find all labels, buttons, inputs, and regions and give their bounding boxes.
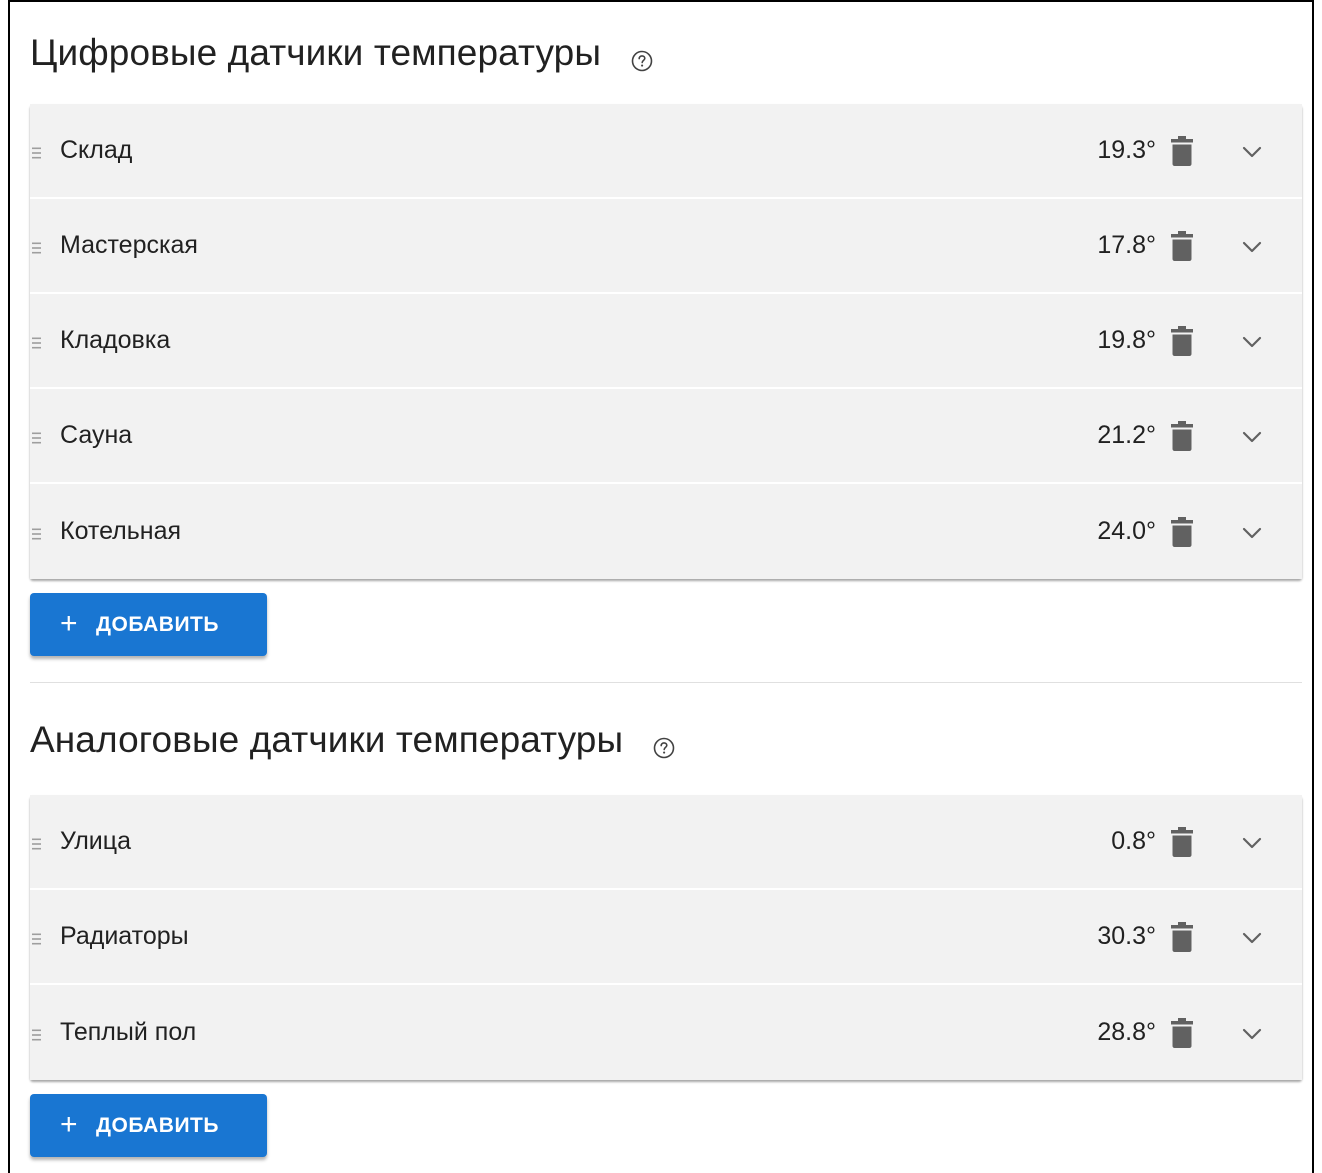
sensor-temperature: 21.2° bbox=[1097, 421, 1156, 449]
add-button-label: ДОБАВИТЬ bbox=[96, 1113, 219, 1137]
chevron-down-icon[interactable] bbox=[1242, 1027, 1262, 1039]
section-title-text: Цифровые датчики температуры bbox=[30, 31, 602, 73]
drag-handle-icon[interactable] bbox=[32, 335, 41, 348]
drag-handle-icon[interactable] bbox=[32, 240, 41, 253]
drag-handle-icon[interactable] bbox=[32, 931, 41, 944]
drag-handle-icon[interactable] bbox=[32, 430, 41, 443]
chevron-down-icon[interactable] bbox=[1242, 430, 1262, 442]
add-button-label: ДОБАВИТЬ bbox=[96, 612, 219, 636]
chevron-down-icon[interactable] bbox=[1242, 335, 1262, 347]
drag-handle-icon[interactable] bbox=[32, 1027, 41, 1040]
trash-icon[interactable] bbox=[1171, 516, 1193, 547]
plus-icon: + bbox=[60, 606, 79, 640]
sensor-name: Склад bbox=[60, 136, 133, 164]
sensor-temperature: 24.0° bbox=[1097, 517, 1156, 545]
sensor-name: Котельная bbox=[60, 517, 182, 545]
sensor-temperature: 0.8° bbox=[1111, 827, 1156, 855]
chevron-down-icon[interactable] bbox=[1242, 931, 1262, 943]
drag-handle-icon[interactable] bbox=[32, 145, 41, 158]
main-content: Цифровые датчики температуры Склад 19.3°… bbox=[30, 0, 1302, 1157]
chevron-down-icon[interactable] bbox=[1242, 836, 1262, 848]
plus-icon: + bbox=[60, 1107, 79, 1141]
section-title-analog: Аналоговые датчики температуры bbox=[30, 683, 1302, 795]
analog-sensors-section: Аналоговые датчики температуры Улица 0.8… bbox=[30, 683, 1302, 1157]
sensor-row[interactable]: Улица 0.8° bbox=[30, 795, 1302, 890]
sensor-temperature: 30.3° bbox=[1097, 922, 1156, 950]
sensor-list-digital: Склад 19.3° Мастерская 17.8° Кладовка 19… bbox=[30, 104, 1302, 579]
chevron-down-icon[interactable] bbox=[1242, 240, 1262, 252]
add-digital-sensor-button[interactable]: + ДОБАВИТЬ bbox=[30, 593, 267, 656]
section-title-text: Аналоговые датчики температуры bbox=[30, 718, 624, 760]
sensor-name: Радиаторы bbox=[60, 922, 189, 950]
sensor-row[interactable]: Радиаторы 30.3° bbox=[30, 890, 1302, 985]
chevron-down-icon[interactable] bbox=[1242, 145, 1262, 157]
add-analog-sensor-button[interactable]: + ДОБАВИТЬ bbox=[30, 1094, 267, 1157]
trash-icon[interactable] bbox=[1171, 826, 1193, 857]
sensor-row[interactable]: Склад 19.3° bbox=[30, 104, 1302, 199]
trash-icon[interactable] bbox=[1171, 420, 1193, 451]
sensor-name: Сауна bbox=[60, 421, 133, 449]
sensor-temperature: 28.8° bbox=[1097, 1018, 1156, 1046]
sensor-row[interactable]: Сауна 21.2° bbox=[30, 389, 1302, 484]
sensor-name: Кладовка bbox=[60, 326, 171, 354]
trash-icon[interactable] bbox=[1171, 325, 1193, 356]
sensor-name: Мастерская bbox=[60, 231, 198, 259]
help-circle-icon[interactable] bbox=[631, 39, 653, 72]
sensor-name: Улица bbox=[60, 827, 131, 855]
chevron-down-icon[interactable] bbox=[1242, 526, 1262, 538]
sensor-row[interactable]: Котельная 24.0° bbox=[30, 484, 1302, 579]
drag-handle-icon[interactable] bbox=[32, 526, 41, 539]
trash-icon[interactable] bbox=[1171, 921, 1193, 952]
trash-icon[interactable] bbox=[1171, 1017, 1193, 1048]
trash-icon[interactable] bbox=[1171, 135, 1193, 166]
sensor-temperature: 19.3° bbox=[1097, 136, 1156, 164]
drag-handle-icon[interactable] bbox=[32, 836, 41, 849]
sensor-row[interactable]: Мастерская 17.8° bbox=[30, 199, 1302, 294]
sensor-name: Теплый пол bbox=[60, 1018, 197, 1046]
digital-sensors-section: Цифровые датчики температуры Склад 19.3°… bbox=[30, 0, 1302, 683]
sensor-row[interactable]: Кладовка 19.8° bbox=[30, 294, 1302, 389]
section-title-digital: Цифровые датчики температуры bbox=[30, 0, 1302, 104]
sensor-temperature: 19.8° bbox=[1097, 326, 1156, 354]
sensor-row[interactable]: Теплый пол 28.8° bbox=[30, 985, 1302, 1080]
trash-icon[interactable] bbox=[1171, 230, 1193, 261]
help-circle-icon[interactable] bbox=[653, 726, 675, 759]
sensor-temperature: 17.8° bbox=[1097, 231, 1156, 259]
sensor-list-analog: Улица 0.8° Радиаторы 30.3° Теплый пол 28… bbox=[30, 795, 1302, 1080]
